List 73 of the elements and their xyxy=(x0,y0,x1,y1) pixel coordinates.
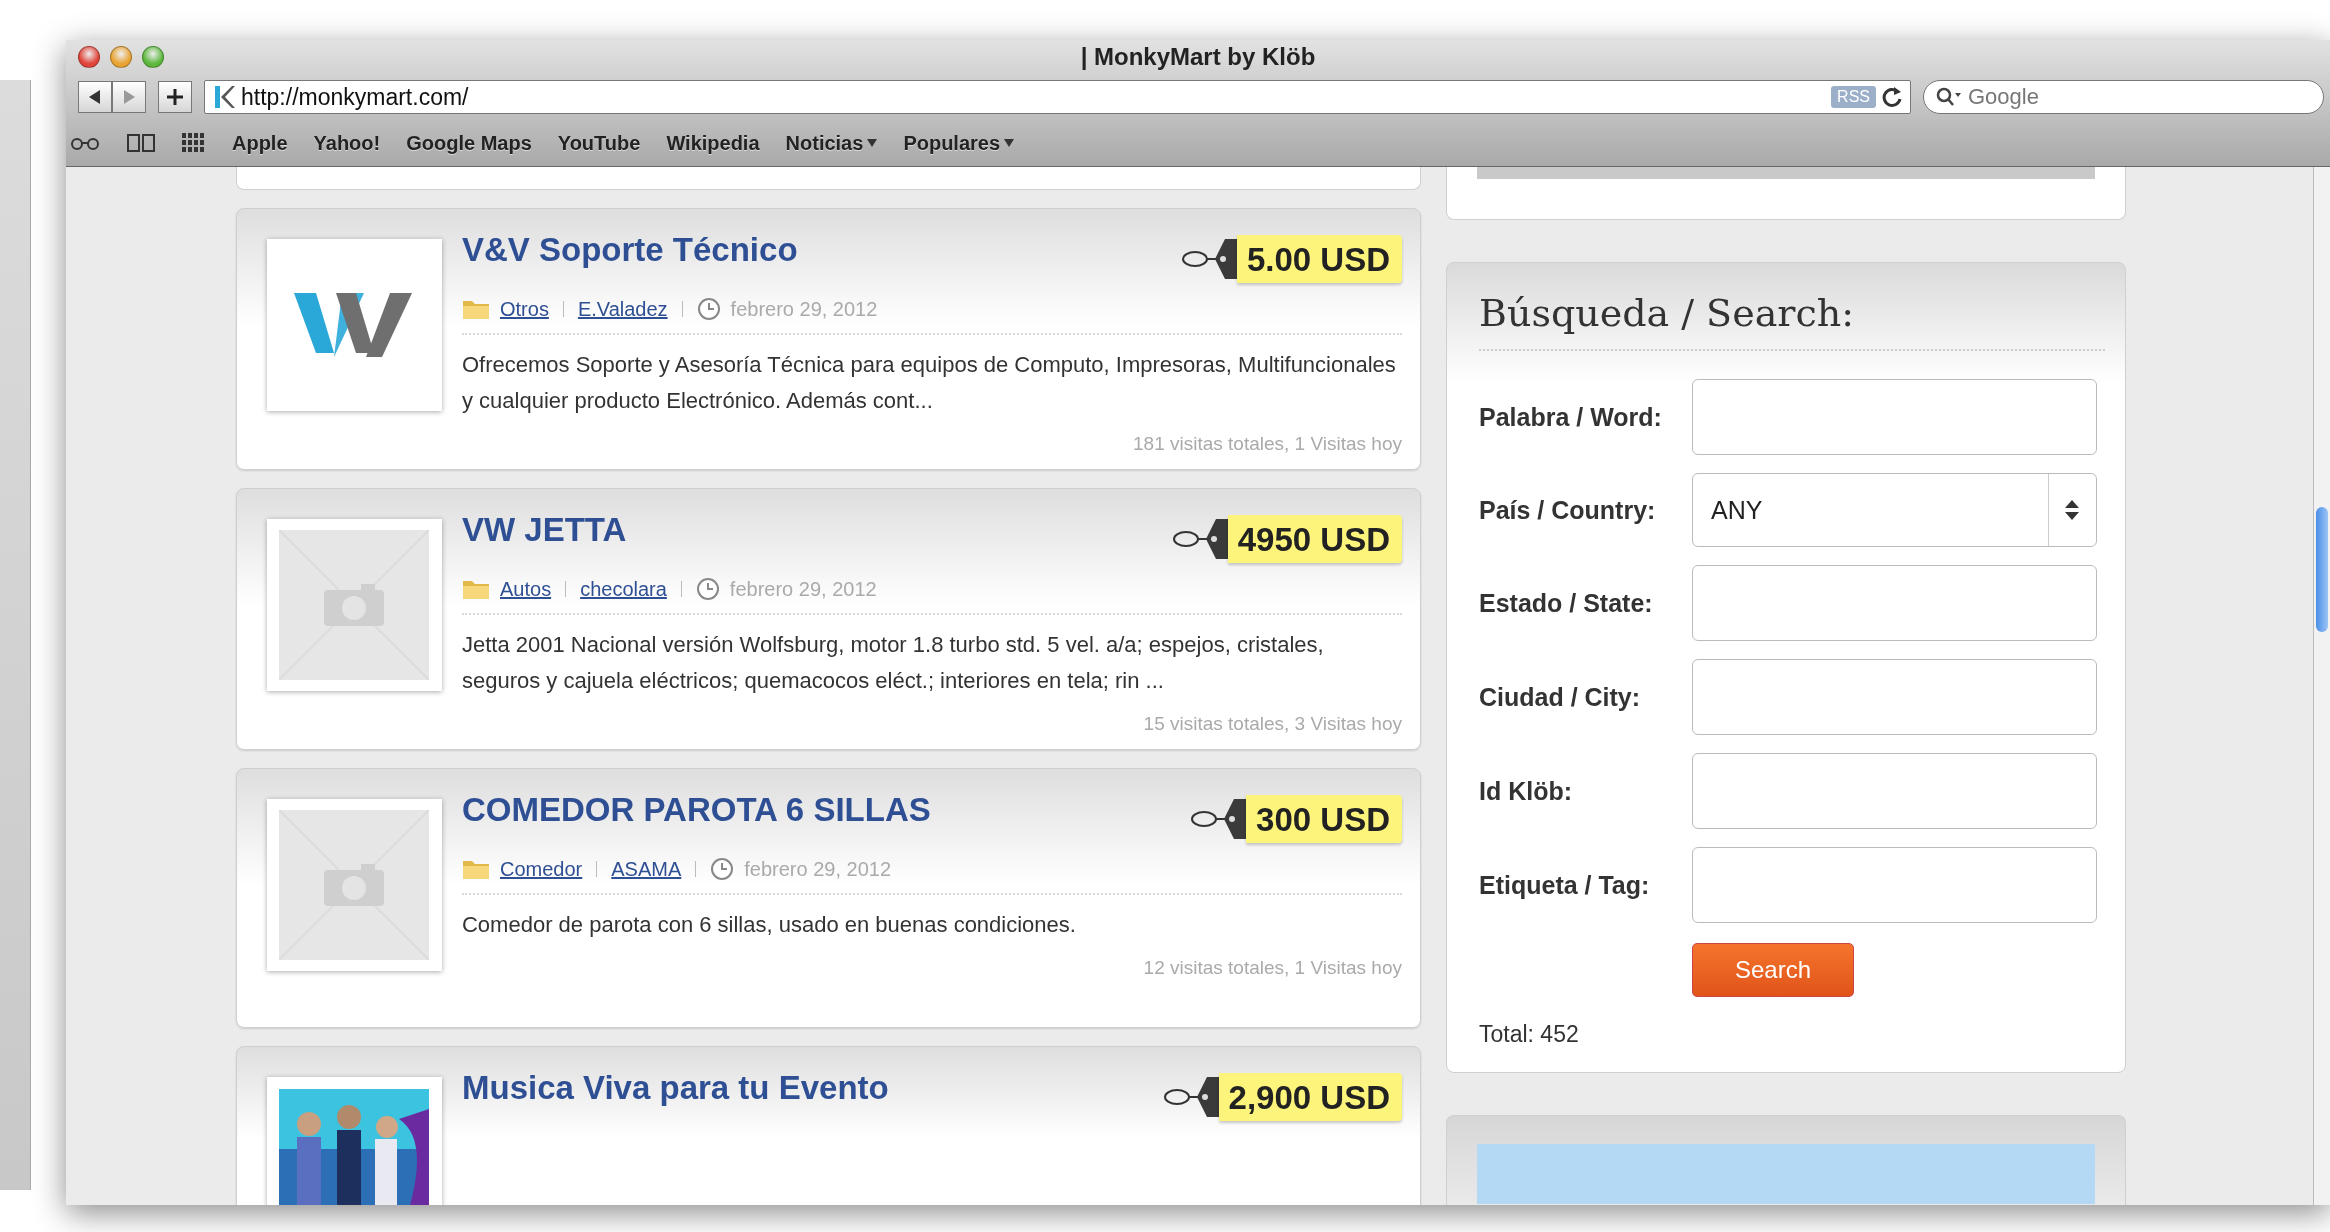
grid-icon[interactable] xyxy=(182,133,206,153)
field-label: Palabra / Word: xyxy=(1479,402,1663,432)
minimize-button[interactable] xyxy=(110,46,132,68)
back-button[interactable] xyxy=(78,81,112,113)
folder-icon xyxy=(462,298,490,320)
bookmark-menu[interactable]: Populares xyxy=(903,131,1015,155)
reload-icon[interactable] xyxy=(1882,86,1902,108)
reading-glasses-icon[interactable] xyxy=(70,135,100,151)
zoom-button[interactable] xyxy=(142,46,164,68)
field-label: País / Country: xyxy=(1479,495,1657,525)
scrollbar[interactable] xyxy=(2313,167,2330,1205)
category-link[interactable]: Autos xyxy=(500,577,552,601)
total-count: Total: 452 xyxy=(1479,1021,1580,1048)
stepper-icon xyxy=(2064,498,2081,522)
category-link[interactable]: Otros xyxy=(500,297,549,321)
bookmark-link[interactable]: Google Maps xyxy=(406,131,532,155)
field-label: Id Klöb: xyxy=(1479,776,1573,806)
visit-stats: 15 visitas totales, 3 Visitas hoy xyxy=(1143,713,1402,735)
clock-icon xyxy=(696,297,721,321)
field-label: Ciudad / City: xyxy=(1479,682,1642,712)
close-button[interactable] xyxy=(78,46,100,68)
caret-icon xyxy=(867,139,878,147)
panel-heading: Búsqueda / Search: xyxy=(1479,291,2105,351)
forward-arrow-icon xyxy=(123,90,135,104)
listing-date: febrero 29, 2012 xyxy=(730,297,878,321)
search-field[interactable]: Google xyxy=(1923,80,2324,114)
price-label: 4950 USD xyxy=(1227,515,1402,563)
bookmark-link[interactable]: YouTube xyxy=(557,131,641,155)
address-field[interactable]: http://monkymart.com/ RSS xyxy=(204,80,1911,114)
author-link[interactable]: ASAMA xyxy=(611,857,682,881)
country-select[interactable]: ANY xyxy=(1692,473,2097,547)
price-label: 5.00 USD xyxy=(1236,235,1402,283)
bookmark-menu[interactable]: Noticias xyxy=(785,131,878,155)
listing-date: febrero 29, 2012 xyxy=(729,577,877,601)
clock-icon xyxy=(695,577,720,601)
visit-stats: 12 visitas totales, 1 Visitas hoy xyxy=(1143,957,1402,979)
folder-icon xyxy=(462,578,490,600)
site-icon xyxy=(213,84,235,110)
bookmark-link[interactable]: Apple xyxy=(232,131,288,155)
forward-button[interactable] xyxy=(112,81,146,113)
window-title: | MonkyMart by Klöb xyxy=(1080,43,1316,71)
field-label: Estado / State: xyxy=(1479,588,1654,618)
add-bookmark-button[interactable] xyxy=(158,81,192,113)
bookmark-link[interactable]: Yahoo! xyxy=(313,131,381,155)
listing-description: Jetta 2001 Nacional versión Wolfsburg, motor 1.8 turbo std. 5 vel. a/a; espejos, cristales, seguros y cajuela eléctricos; quemacocos eléct.; interiores en tela; rin ... xyxy=(462,631,1325,695)
folder-icon xyxy=(462,858,490,880)
clock-icon xyxy=(710,857,735,881)
input-field[interactable] xyxy=(1692,753,2097,829)
caret-icon xyxy=(1004,139,1015,147)
price-label: 2,900 USD xyxy=(1218,1073,1402,1121)
listing-title[interactable]: COMEDOR PAROTA 6 SILLAS xyxy=(462,791,931,829)
input-field[interactable] xyxy=(1692,565,2097,641)
visit-stats: 181 visitas totales, 1 Visitas hoy xyxy=(1133,433,1402,455)
author-link[interactable]: checolara xyxy=(580,577,667,601)
listing-title[interactable]: Musica Viva para tu Evento xyxy=(462,1069,889,1107)
bookmark-link[interactable]: Wikipedia xyxy=(666,131,760,155)
listing-date: febrero 29, 2012 xyxy=(744,857,892,881)
listing-description: Ofrecemos Soporte y Asesoría Técnica para equipos de Computo, Impresoras, Multifuncionales y cualquier producto Electrónico. Además cont... xyxy=(462,351,1397,415)
author-link[interactable]: E.Valadez xyxy=(577,297,668,321)
back-arrow-icon xyxy=(89,90,101,104)
listing-title[interactable]: V&V Soporte Técnico xyxy=(462,231,798,269)
search-icon xyxy=(1936,87,1962,107)
listing-description: Comedor de parota con 6 sillas, usado en buenas condiciones. xyxy=(462,911,1077,939)
price-label: 300 USD xyxy=(1246,795,1402,843)
book-icon[interactable] xyxy=(126,133,156,153)
input-field[interactable] xyxy=(1692,659,2097,735)
field-label: Etiqueta / Tag: xyxy=(1479,870,1651,900)
category-link[interactable]: Comedor xyxy=(500,857,583,881)
listing-title[interactable]: VW JETTA xyxy=(462,511,627,549)
input-field[interactable] xyxy=(1692,847,2097,923)
input-field[interactable] xyxy=(1692,379,2097,455)
scroll-thumb[interactable] xyxy=(2316,507,2328,632)
plus-icon xyxy=(166,88,184,106)
